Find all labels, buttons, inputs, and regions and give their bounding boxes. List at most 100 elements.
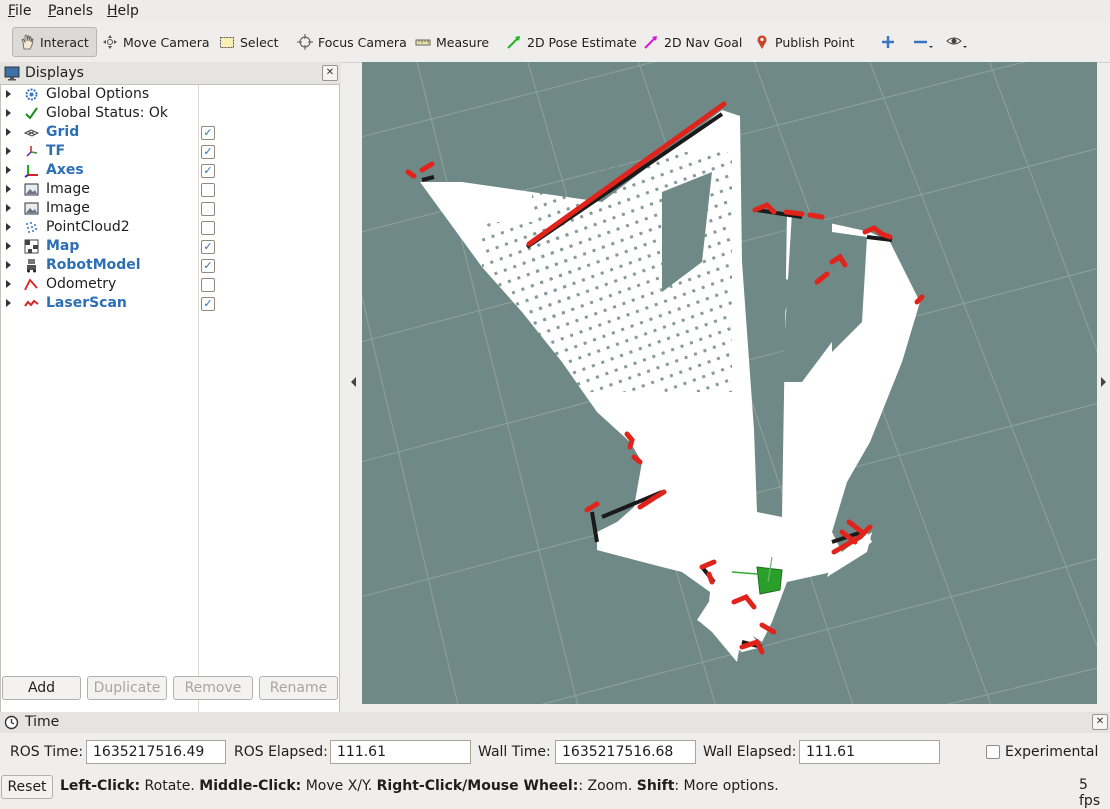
display-enable-checkbox[interactable]: ✓ — [201, 164, 215, 178]
expand-arrow-icon[interactable] — [6, 128, 11, 136]
wall-elapsed-field[interactable]: 111.61 — [799, 740, 940, 764]
interact-label: Interact — [40, 34, 89, 50]
tf-icon — [24, 144, 39, 159]
publish-point-tool-button[interactable]: Publish Point — [754, 27, 855, 57]
remove-display-button[interactable]: Remove — [173, 676, 253, 700]
display-enable-checkbox[interactable]: ✓ — [201, 126, 215, 140]
expand-arrow-icon[interactable] — [6, 299, 11, 307]
expand-arrow-icon[interactable] — [6, 242, 11, 250]
display-enable-checkbox[interactable]: ✓ — [201, 259, 215, 273]
display-item-map[interactable]: Map ✓ — [1, 237, 339, 256]
display-item-odometry[interactable]: Odometry — [1, 275, 339, 294]
interact-tool-button[interactable]: Interact — [12, 27, 97, 57]
menu-file[interactable]: File — [8, 3, 31, 19]
pointcloud-icon — [24, 220, 39, 235]
display-item-label: Odometry — [46, 276, 117, 292]
expand-arrow-icon[interactable] — [6, 261, 11, 269]
time-row: ROS Time: 1635217516.49 ROS Elapsed: 111… — [0, 735, 1110, 770]
expand-arrow-icon[interactable] — [6, 223, 11, 231]
focus-camera-tool-button[interactable]: Focus Camera — [297, 27, 407, 57]
ros-elapsed-field[interactable]: 111.61 — [330, 740, 471, 764]
displays-title: Displays — [25, 65, 84, 81]
reset-button[interactable]: Reset — [1, 775, 53, 799]
display-enable-checkbox[interactable] — [201, 202, 215, 216]
display-item-image[interactable]: Image — [1, 180, 339, 199]
display-item-laserscan[interactable]: LaserScan ✓ — [1, 294, 339, 313]
rename-display-button[interactable]: Rename — [259, 676, 338, 700]
display-item-robotmodel[interactable]: RobotModel ✓ — [1, 256, 339, 275]
ros-time-field[interactable]: 1635217516.49 — [86, 740, 226, 764]
ruler-icon — [415, 34, 431, 50]
display-item-global-options[interactable]: Global Options — [1, 85, 339, 104]
select-tool-button[interactable]: Select — [219, 27, 279, 57]
displays-panel: Displays ✕ Global Options Global Status: … — [0, 62, 341, 725]
expand-arrow-icon[interactable] — [6, 166, 11, 174]
minus-icon — [913, 34, 933, 50]
hint-right-click: Right-Click/Mouse Wheel: — [376, 778, 579, 794]
measure-tool-button[interactable]: Measure — [415, 27, 489, 57]
display-enable-checkbox[interactable] — [201, 221, 215, 235]
status-bar: Reset Left-Click: Rotate. Middle-Click: … — [0, 773, 1110, 809]
menu-panels[interactable]: Panels — [48, 3, 93, 19]
eye-icon — [946, 34, 967, 50]
display-item-label: Map — [46, 238, 80, 254]
menu-bar: File Panels Help — [0, 0, 1110, 22]
display-item-global-status-ok[interactable]: Global Status: Ok — [1, 104, 339, 123]
display-enable-checkbox[interactable] — [201, 278, 215, 292]
display-item-label: LaserScan — [46, 295, 127, 311]
move-camera-label: Move Camera — [123, 34, 210, 50]
display-item-tf[interactable]: TF ✓ — [1, 142, 339, 161]
add-display-button[interactable]: Add — [2, 676, 81, 700]
render-viewport[interactable] — [362, 62, 1097, 704]
add-tool-button[interactable] — [880, 27, 901, 57]
ros-elapsed-label: ROS Elapsed: — [234, 744, 328, 760]
remove-tool-button[interactable] — [913, 27, 934, 57]
mouse-hint: Left-Click: Rotate. Middle-Click: Move X… — [60, 778, 779, 794]
nav-goal-tool-button[interactable]: 2D Nav Goal — [643, 27, 742, 57]
displays-close-button[interactable]: ✕ — [322, 65, 338, 81]
hint-left-click-action: Rotate. — [140, 778, 200, 794]
display-item-label: Global Status: Ok — [46, 105, 169, 121]
display-enable-checkbox[interactable]: ✓ — [201, 145, 215, 159]
plus-icon — [880, 34, 896, 50]
wall-elapsed-label: Wall Elapsed: — [703, 744, 797, 760]
move-camera-tool-button[interactable]: Move Camera — [102, 27, 210, 57]
experimental-label: Experimental — [1005, 744, 1099, 760]
menu-help[interactable]: Help — [107, 3, 139, 19]
display-item-axes[interactable]: Axes ✓ — [1, 161, 339, 180]
wall-time-field[interactable]: 1635217516.68 — [555, 740, 696, 764]
expand-arrow-icon[interactable] — [6, 109, 11, 117]
collapse-left-arrow-icon[interactable] — [351, 377, 357, 387]
display-enable-checkbox[interactable]: ✓ — [201, 297, 215, 311]
focus-camera-icon — [297, 34, 313, 50]
pose-estimate-tool-button[interactable]: 2D Pose Estimate — [506, 27, 637, 57]
display-item-label: Image — [46, 181, 90, 197]
odometry-icon — [24, 277, 39, 292]
robot-icon — [24, 258, 39, 273]
experimental-checkbox[interactable] — [986, 745, 1000, 759]
expand-arrow-icon[interactable] — [6, 185, 11, 193]
time-close-button[interactable]: ✕ — [1092, 714, 1108, 730]
display-item-label: TF — [46, 143, 66, 159]
expand-arrow-icon[interactable] — [6, 90, 11, 98]
toolbar: Interact Move Camera Select Focus Camera… — [0, 22, 1110, 63]
display-enable-checkbox[interactable] — [201, 183, 215, 197]
gear-icon — [24, 87, 39, 102]
display-enable-checkbox[interactable]: ✓ — [201, 240, 215, 254]
display-item-pointcloud2[interactable]: PointCloud2 — [1, 218, 339, 237]
panel-view-tool-button[interactable] — [946, 27, 967, 57]
select-icon — [219, 34, 235, 50]
map-pin-icon — [754, 34, 770, 50]
display-item-image[interactable]: Image — [1, 199, 339, 218]
select-label: Select — [240, 34, 279, 50]
expand-arrow-icon[interactable] — [6, 147, 11, 155]
duplicate-display-button[interactable]: Duplicate — [87, 676, 167, 700]
expand-arrow-icon[interactable] — [6, 204, 11, 212]
display-item-label: PointCloud2 — [46, 219, 130, 235]
collapse-right-arrow-icon[interactable] — [1101, 377, 1107, 387]
display-item-grid[interactable]: Grid ✓ — [1, 123, 339, 142]
expand-arrow-icon[interactable] — [6, 280, 11, 288]
hint-middle-click: Middle-Click: — [199, 778, 302, 794]
fps-readout: 5 fps — [1079, 777, 1101, 809]
image-icon — [24, 201, 39, 216]
